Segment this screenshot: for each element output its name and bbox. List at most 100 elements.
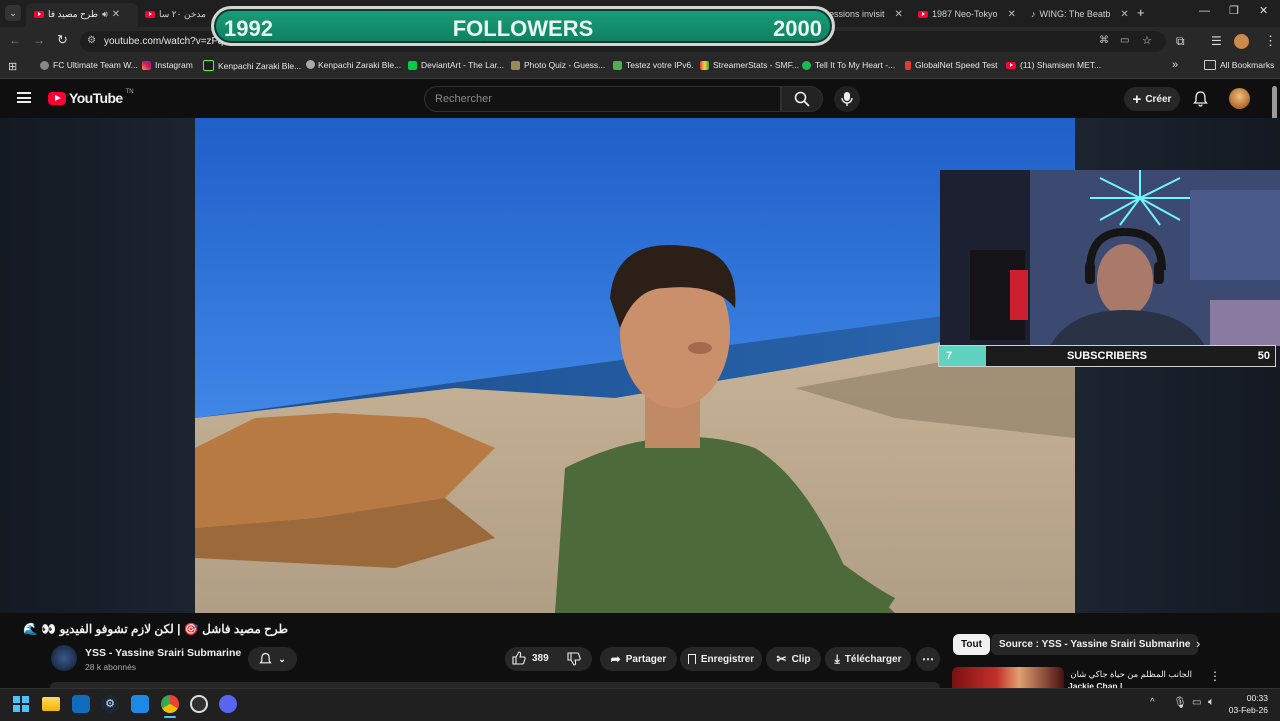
tab-list-button[interactable]: ⌄ [5,5,21,21]
bookmark-8[interactable]: Tell It To My Heart -... [802,60,895,70]
channel-avatar[interactable] [51,645,77,671]
streaming-app-icon[interactable] [131,695,149,713]
chip-all-label: Tout [961,639,982,650]
voice-search-button[interactable] [834,86,860,112]
create-button[interactable]: + Créer [1124,87,1180,111]
steam-icon[interactable]: ⚙ [101,695,119,713]
youtube-favicon-icon [34,10,44,18]
bookmark-1[interactable]: Instagram [142,60,193,70]
photo-quiz-icon [511,60,520,70]
checkmark-icon [613,60,622,70]
forward-icon[interactable]: → [33,33,45,47]
tab-2[interactable]: ressions invisit ✕ [826,4,903,24]
chip-all[interactable]: Tout [953,634,990,655]
minimize-button[interactable]: — [1199,5,1210,17]
tab-3[interactable]: 1987 Neo-Tokyo ✕ [918,4,1016,24]
bookmark-2[interactable]: Kenpachi Zaraki Ble... [203,60,301,71]
search-button[interactable] [781,86,823,112]
chrome-active-indicator [164,716,176,718]
reload-icon[interactable]: ↻ [57,32,68,48]
bookmarks-overflow-icon[interactable]: » [1172,59,1178,71]
outlook-icon[interactable] [72,695,90,713]
bookmark-label: Testez votre IPv6. [626,60,694,70]
tab-3-close-icon[interactable]: ✕ [1008,9,1016,20]
tab-2-close-icon[interactable]: ✕ [895,9,903,20]
extensions-icon[interactable]: ⧉ [1176,34,1185,49]
subscribers-goal-bar: 7 SUBSCRIBERS 50 [938,345,1276,367]
all-bookmarks-button[interactable]: All Bookmarks [1204,60,1274,70]
tab-4-close-icon[interactable]: ✕ [1120,9,1128,20]
clock-time[interactable]: 00:33 [1230,693,1268,703]
bookmark-5[interactable]: Photo Quiz - Guess... [511,60,605,70]
tab-0[interactable]: طرح مصيد فا 🔊︎ ✕ [34,4,120,24]
obs-icon[interactable] [190,695,208,713]
discord-icon[interactable] [219,695,237,713]
site-info-icon[interactable]: ⚙ [87,35,96,46]
bookmark-3[interactable]: Kenpachi Zaraki Ble... [306,60,315,69]
search-input[interactable]: Rechercher [424,86,781,112]
notifications-bell-icon[interactable] [1193,90,1208,112]
clip-button[interactable]: ✂ Clip [766,647,821,671]
followers-label: FOLLOWERS [452,16,594,41]
tray-overflow-icon[interactable]: ^ [1150,697,1155,708]
bookmark-label: (11) Shamisen MET... [1020,60,1102,70]
bookmark-4[interactable]: DeviantArt - The Lar... [408,60,504,70]
stats-icon [700,60,709,70]
search-placeholder: Rechercher [435,93,492,105]
chip-next-icon[interactable]: › [1196,636,1200,651]
download-label: Télécharger [844,653,902,665]
subscription-bell-button[interactable]: ⌄ [248,647,297,671]
tab-0-close-icon[interactable]: ✕ [112,9,120,20]
translate-icon[interactable]: ⌘ [1099,35,1109,46]
profile-avatar[interactable] [1234,34,1249,49]
new-tab-button[interactable]: + [1137,5,1145,20]
more-horizontal-icon: ⋯ [922,652,934,666]
file-explorer-icon[interactable] [42,697,60,711]
more-actions-button[interactable]: ⋯ [916,647,940,671]
deviantart-icon [408,60,417,70]
media-control-icon[interactable]: ☰ [1211,34,1222,48]
tab-1[interactable]: مدخن ٢٠ سا [145,4,206,24]
thumbs-up-icon [512,651,526,665]
restore-button[interactable]: ❐ [1229,4,1239,17]
browser-menu-icon[interactable]: ⋮ [1264,33,1277,49]
hamburger-menu-icon[interactable] [17,92,31,103]
tab-4[interactable]: ♪ WING: The Beatb ✕ [1031,4,1129,24]
recommendation-thumbnail[interactable] [952,667,1064,689]
like-button[interactable]: 389 [512,651,549,665]
start-button[interactable] [13,696,29,712]
cast-icon[interactable]: ▭ [1120,35,1129,46]
bookmark-6[interactable]: Testez votre IPv6. [613,60,694,70]
tab-3-title: 1987 Neo-Tokyo [932,9,998,19]
chrome-icon[interactable] [161,695,179,713]
volume-icon[interactable]: 🔈︎ [1208,696,1215,709]
channel-name[interactable]: YSS - Yassine Srairi Submarine [85,647,241,659]
bookmark-0[interactable]: FC Ultimate Team W... [40,60,138,70]
network-icon[interactable]: ▭ [1192,697,1201,708]
bookmark-star-icon[interactable]: ☆ [1142,34,1152,47]
bell-icon [259,652,272,664]
bookmark-9[interactable]: GlobalNet Speed Test [905,60,998,70]
close-window-button[interactable]: ✕ [1259,4,1268,17]
dislike-button[interactable] [567,652,581,671]
clock-date[interactable]: 03-Feb-26 [1222,705,1268,715]
user-avatar[interactable] [1229,88,1250,109]
microphone-tray-icon[interactable]: 🎙︎ [1173,696,1187,709]
back-icon[interactable]: ← [9,33,21,47]
recommendation-title[interactable]: الجانب المظلم من حياة جاكي شان واسمان [1068,669,1192,680]
save-button[interactable]: Enregistrer [680,647,762,671]
share-button[interactable]: ➦ Partager [600,647,677,671]
download-button[interactable]: ⤓ Télécharger [825,647,911,671]
chip-source[interactable]: Source : YSS - Yassine Srairi Submarine [991,634,1199,655]
apps-grid-icon[interactable]: ⊞ [8,60,17,73]
globe-icon [40,60,49,70]
bookmark-7[interactable]: StreamerStats - SMF... [700,60,799,70]
bookmark-label-kenpachi: Kenpachi Zaraki Ble... [318,60,401,70]
bookmark-10[interactable]: (11) Shamisen MET... [1006,60,1101,70]
tab-0-title: طرح مصيد فا [48,8,99,19]
youtube-logo[interactable]: YouTube TN [48,89,134,106]
recommendation-menu-icon[interactable]: ⋮ [1209,669,1221,683]
bookmark-label: StreamerStats - SMF... [713,60,799,70]
youtube-logo-text: YouTube [69,90,123,106]
globalnet-icon [905,60,911,70]
